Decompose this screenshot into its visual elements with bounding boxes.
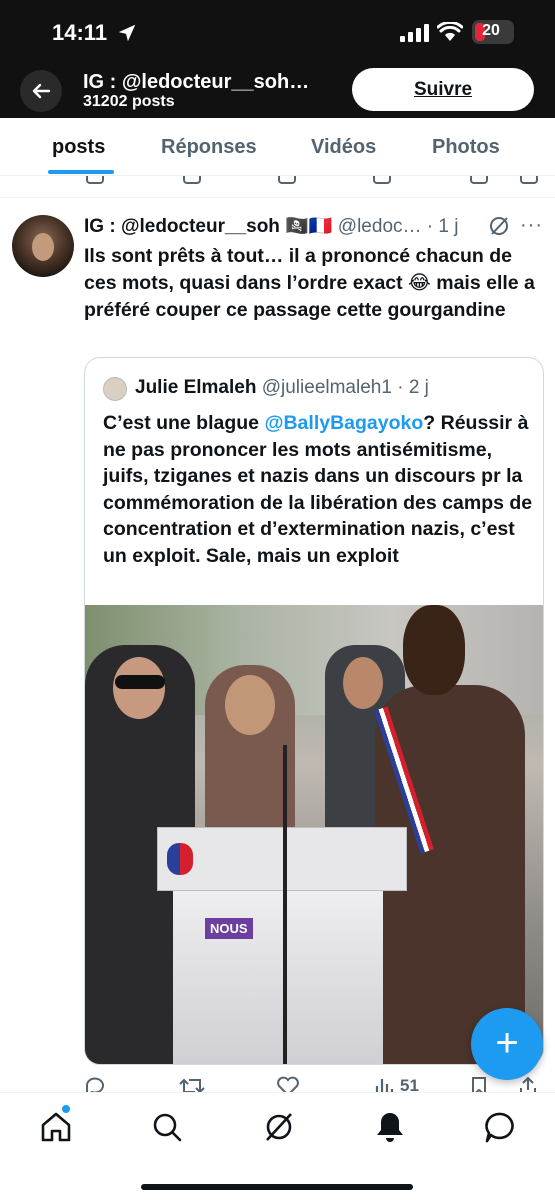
video-face-middle — [225, 675, 275, 735]
quoted-tweet-time: · 2 j — [397, 377, 429, 398]
signal-icon — [400, 24, 429, 42]
mention-link[interactable]: @BallyBagayoko — [264, 412, 423, 434]
posts-count: 31202 posts — [83, 93, 175, 110]
location-arrow-icon — [118, 24, 136, 42]
quoted-text-before: C’est une blague — [103, 412, 265, 434]
sunglasses — [115, 675, 165, 689]
lectern-logo — [167, 843, 193, 875]
grok-nav-icon[interactable] — [261, 1109, 297, 1145]
home-indicator — [141, 1184, 413, 1190]
quoted-tweet-header: Julie Elmaleh @julieelmaleh1 · 2 j — [135, 377, 429, 399]
tab-videos[interactable]: Vidéos — [311, 136, 376, 159]
profile-tabs: posts Réponses Vidéos Photos — [0, 118, 555, 176]
battery-percent: 20 — [482, 22, 500, 39]
active-tab-indicator — [48, 170, 114, 174]
status-bar: 14:11 20 — [0, 0, 555, 62]
profile-title: IG : @ledocteur__soh… — [83, 71, 310, 93]
video-face-right — [343, 657, 383, 709]
bookmark-icon[interactable] — [470, 176, 488, 184]
tab-photos[interactable]: Photos — [432, 136, 500, 159]
like-icon[interactable] — [278, 176, 296, 184]
battery-indicator: 20 — [472, 20, 514, 44]
home-icon[interactable] — [38, 1109, 74, 1145]
quoted-tweet-text: C’est une blague @BallyBagayoko? Réussir… — [103, 410, 533, 569]
notifications-bell-icon[interactable] — [372, 1109, 408, 1145]
arrow-left-icon — [32, 83, 51, 99]
profile-header: 14:11 20 IG : @ledocteur__soh… 31202 pos… — [0, 0, 555, 118]
tweet-author-handle[interactable]: @ledoc… — [338, 216, 422, 237]
quoted-author-avatar — [103, 377, 127, 401]
home-notification-dot — [62, 1105, 70, 1113]
grok-icon[interactable] — [488, 215, 510, 237]
tweet-time: · 1 j — [426, 216, 459, 237]
more-options-icon[interactable]: ··· — [520, 214, 543, 237]
views-icon[interactable] — [373, 176, 391, 184]
retweet-icon[interactable] — [183, 176, 201, 184]
tweet-text: Ils sont prêts à tout… il a prononcé cha… — [84, 245, 535, 321]
wifi-icon — [437, 22, 463, 41]
previous-tweet-actions — [0, 176, 555, 198]
messages-icon[interactable] — [483, 1109, 519, 1145]
back-button[interactable] — [20, 70, 62, 112]
status-time: 14:11 — [52, 20, 108, 45]
tweet-author-name[interactable]: IG : @ledocteur__soh — [84, 216, 280, 237]
search-icon[interactable] — [149, 1109, 185, 1145]
quoted-text-after: ? Réussir à ne pas prononcer les mots an… — [103, 412, 533, 567]
lectern-sign — [157, 827, 407, 891]
microphone-stand — [283, 745, 287, 1064]
tab-replies[interactable]: Réponses — [161, 136, 257, 159]
video-speaker-head — [403, 605, 465, 695]
quoted-author-name: Julie Elmaleh — [135, 377, 257, 398]
tweet-author-avatar[interactable] — [12, 215, 74, 277]
avatar-face — [32, 233, 54, 261]
tab-posts[interactable]: posts — [52, 136, 105, 159]
follow-button[interactable]: Suivre — [352, 68, 534, 111]
compose-fab-button[interactable]: + — [471, 1008, 543, 1080]
tweet-author-flags: 🏴‍☠️🇫🇷 — [285, 216, 333, 237]
share-icon[interactable] — [520, 176, 538, 184]
quoted-tweet[interactable]: Julie Elmaleh @julieelmaleh1 · 2 j C’est… — [84, 357, 544, 1065]
tweet-header: IG : @ledocteur__soh 🏴‍☠️🇫🇷 @ledoc… · 1 … — [84, 214, 458, 238]
quoted-author-handle: @julieelmaleh1 — [261, 377, 392, 398]
quoted-tweet-video[interactable]: NOUS — [85, 605, 543, 1064]
media-badge: NOUS — [205, 918, 253, 939]
reply-icon[interactable] — [86, 176, 104, 184]
